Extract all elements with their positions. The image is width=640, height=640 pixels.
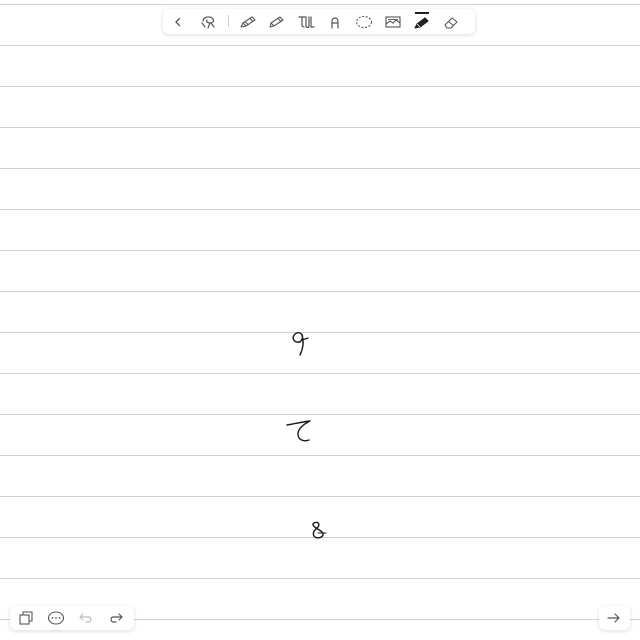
rule-line [0,373,640,374]
pencil-icon [240,16,256,28]
page-controls [10,606,134,630]
rule-line [0,4,640,5]
lasso-tool[interactable] [353,11,375,33]
toolbar-divider [228,15,229,27]
lasso-select-icon [355,15,373,29]
handwritten-te[interactable] [284,418,316,446]
notebook-page[interactable] [0,0,640,640]
pen-icon [269,16,284,28]
rule-line [0,168,640,169]
rule-line [0,291,640,292]
back-button[interactable] [167,11,189,33]
rule-line [0,209,640,210]
highlighter-tool[interactable] [411,11,433,33]
image-insert-icon [385,16,401,28]
pencil-tool[interactable] [237,11,259,33]
rule-line [0,414,640,415]
shape-tool[interactable] [324,11,346,33]
rule-line [0,86,640,87]
rule-line [0,127,640,128]
handwritten-eight[interactable] [306,518,330,544]
rule-line [0,455,640,456]
image-tool[interactable] [382,11,404,33]
highlighter-icon [414,17,429,29]
next-page-button[interactable] [604,608,624,628]
rule-line [0,250,640,251]
pages-button[interactable] [16,608,36,628]
lasso-stamp-tool[interactable] [198,11,220,33]
text-tool[interactable] [295,11,317,33]
undo-button[interactable] [76,608,96,628]
lasso-stamp-icon [201,16,215,29]
rule-line [0,45,640,46]
next-page-arrow-icon [607,613,620,623]
rule-line [0,332,640,333]
redo-button[interactable] [106,608,126,628]
redo-icon [110,613,123,623]
pen-tool[interactable] [266,11,288,33]
shape-icon [331,17,339,29]
tool-palette [163,9,475,34]
undo-icon [79,613,92,623]
pages-icon [19,611,33,625]
eraser-icon [444,17,458,29]
active-tool-indicator [415,12,429,14]
chevron-left-icon [175,17,181,27]
more-options-button[interactable] [46,608,66,628]
more-options-icon [47,611,65,625]
rule-line [0,578,640,579]
rule-line [0,496,640,497]
eraser-tool[interactable] [440,11,462,33]
handwritten-nine[interactable] [286,326,316,362]
page-navigation [599,606,630,630]
text-handwriting-icon [298,16,315,29]
